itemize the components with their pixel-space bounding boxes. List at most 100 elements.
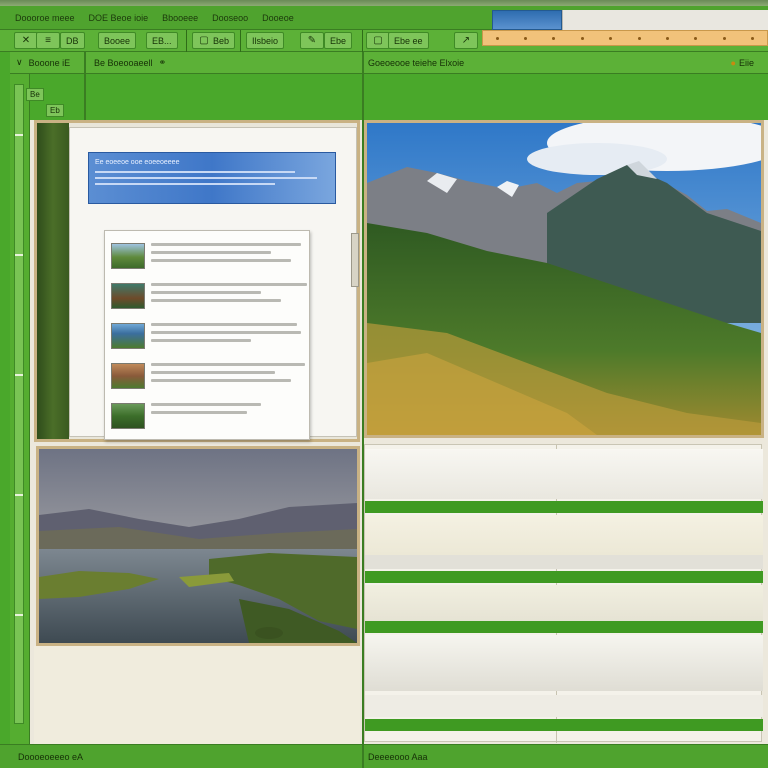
rail-tick xyxy=(15,614,23,616)
table-row[interactable] xyxy=(365,555,763,569)
thumbnail-image xyxy=(111,403,145,429)
text-line xyxy=(151,323,297,326)
text-line xyxy=(151,331,301,334)
status-bar: Doooeoeeeo eA Deeeeooo Aaa xyxy=(0,744,768,768)
db-label: DB xyxy=(66,35,79,46)
table-row-separator xyxy=(365,621,763,633)
table-row-separator xyxy=(365,571,763,583)
rail-tick xyxy=(15,254,23,256)
booee-label: Booee xyxy=(104,35,131,46)
ebe-button[interactable]: Ebe xyxy=(324,32,353,49)
forest-strip-image xyxy=(37,123,69,439)
document-scrollbar[interactable] xyxy=(351,233,359,287)
window-tabs xyxy=(492,10,768,30)
x-icon: ✕ xyxy=(21,35,31,46)
ebe-ee-label: Ebe ee xyxy=(394,35,423,46)
pin-button[interactable]: ↗ xyxy=(454,32,478,49)
title-strip xyxy=(0,0,768,6)
menu-items: Doooroe meee DOE Beoe ioie Bbooeee Doose… xyxy=(12,11,297,25)
left-rail xyxy=(10,74,30,744)
text-line xyxy=(151,371,275,374)
rail-tick xyxy=(15,494,23,496)
square-icon: ▢ xyxy=(373,35,383,46)
pencil-button[interactable]: ✎ xyxy=(300,32,324,49)
link-icon[interactable]: ⚭ xyxy=(159,57,167,68)
toolbar-separator xyxy=(362,30,363,52)
stack-icon: ≡ xyxy=(45,35,51,46)
menu-item-5[interactable]: Dooeoe xyxy=(259,11,297,25)
ebe-label: Ebe xyxy=(330,35,347,46)
right-panel-title: Goeoeooe teiehe Elxoie xyxy=(368,57,465,68)
banner-line xyxy=(95,183,275,185)
menu-item-1[interactable]: Doooroe meee xyxy=(12,11,78,25)
left-panel-header: ∨ Booone iE xyxy=(10,52,84,74)
text-line xyxy=(151,243,301,246)
ilsbeio-label: Ilsbeio xyxy=(252,35,279,46)
list-item[interactable] xyxy=(111,279,307,313)
table-row[interactable] xyxy=(365,449,763,499)
document-preview[interactable]: Ee eoeeoe ooe eoeeoeeee xyxy=(34,120,360,442)
ruler[interactable] xyxy=(482,30,768,46)
table-row[interactable] xyxy=(365,635,763,691)
text-line xyxy=(151,379,291,382)
status-divider xyxy=(362,744,364,768)
thumbnail-image xyxy=(111,283,145,309)
mountain-forest-image[interactable] xyxy=(364,120,764,438)
square-button[interactable]: ▢ xyxy=(366,32,390,49)
pencil-icon: ✎ xyxy=(307,35,317,46)
list-item[interactable] xyxy=(111,319,307,353)
text-line xyxy=(151,299,281,302)
thumbnail-image xyxy=(111,243,145,269)
menu-item-3[interactable]: Bbooeee xyxy=(159,11,201,25)
eb-label: EB... xyxy=(152,35,172,46)
rail-button-2[interactable]: Eb xyxy=(46,104,64,117)
lock-icon[interactable]: ● xyxy=(731,58,736,68)
document-page[interactable]: Ee eoeeoe ooe eoeeoeeee xyxy=(69,127,357,440)
list-item[interactable] xyxy=(111,239,307,273)
square-icon: ▢ xyxy=(199,35,209,46)
table-row[interactable] xyxy=(365,695,763,717)
text-line xyxy=(151,251,271,254)
banner-line xyxy=(95,171,295,173)
tab-inactive[interactable] xyxy=(562,10,768,30)
right-panel-header: Goeoeooe teiehe Elxoie ● Eiie xyxy=(364,52,768,74)
text-line xyxy=(151,363,305,366)
document-banner: Ee eoeeoe ooe eoeeoeeee xyxy=(88,152,336,204)
lake-landscape-svg xyxy=(39,449,357,643)
list-item[interactable] xyxy=(111,399,307,433)
status-left: Doooeoeeeo eA xyxy=(18,752,84,762)
eb-button[interactable]: EB... xyxy=(146,32,178,49)
thumbnail-image xyxy=(111,363,145,389)
ilsbeio-button[interactable]: Ilsbeio xyxy=(246,32,285,49)
table-row[interactable] xyxy=(365,515,763,555)
tab-active[interactable] xyxy=(492,10,562,30)
list-item[interactable] xyxy=(111,359,307,393)
mountain-forest-svg xyxy=(367,123,761,435)
lake-landscape-image[interactable] xyxy=(36,446,360,646)
empty-panel-area xyxy=(34,646,360,744)
document-list xyxy=(104,230,310,440)
thumbnail-image xyxy=(111,323,145,349)
data-grid xyxy=(364,444,763,743)
table-row[interactable] xyxy=(365,585,763,621)
left-gutter xyxy=(0,52,10,752)
beb-button[interactable]: ▢ Beb xyxy=(192,32,236,49)
menu-item-2[interactable]: DOE Beoe ioie xyxy=(86,11,152,25)
db-button[interactable]: DB xyxy=(60,32,85,49)
table-row-separator xyxy=(365,719,763,731)
text-line xyxy=(151,283,307,286)
menu-bar: Doooroe meee DOE Beoe ioie Bbooeee Doose… xyxy=(0,0,768,30)
ebe-ee-button[interactable]: Ebe ee xyxy=(388,32,429,49)
rail-button-1[interactable]: Be xyxy=(26,88,44,101)
text-line xyxy=(151,291,261,294)
chevron-down-icon[interactable]: ∨ xyxy=(16,57,23,68)
menu-item-4[interactable]: Dooseoo xyxy=(209,11,251,25)
booee-button[interactable]: Booee xyxy=(98,32,137,49)
x-button[interactable]: ✕ xyxy=(14,32,38,49)
text-line xyxy=(151,411,247,414)
document-banner-title: Ee eoeeoe ooe eoeeoeeee xyxy=(95,159,180,166)
pin-icon: ↗ xyxy=(461,35,471,46)
vertical-scrollbar[interactable] xyxy=(14,84,24,724)
stack-button[interactable]: ≡ xyxy=(36,32,60,49)
text-line xyxy=(151,403,261,406)
